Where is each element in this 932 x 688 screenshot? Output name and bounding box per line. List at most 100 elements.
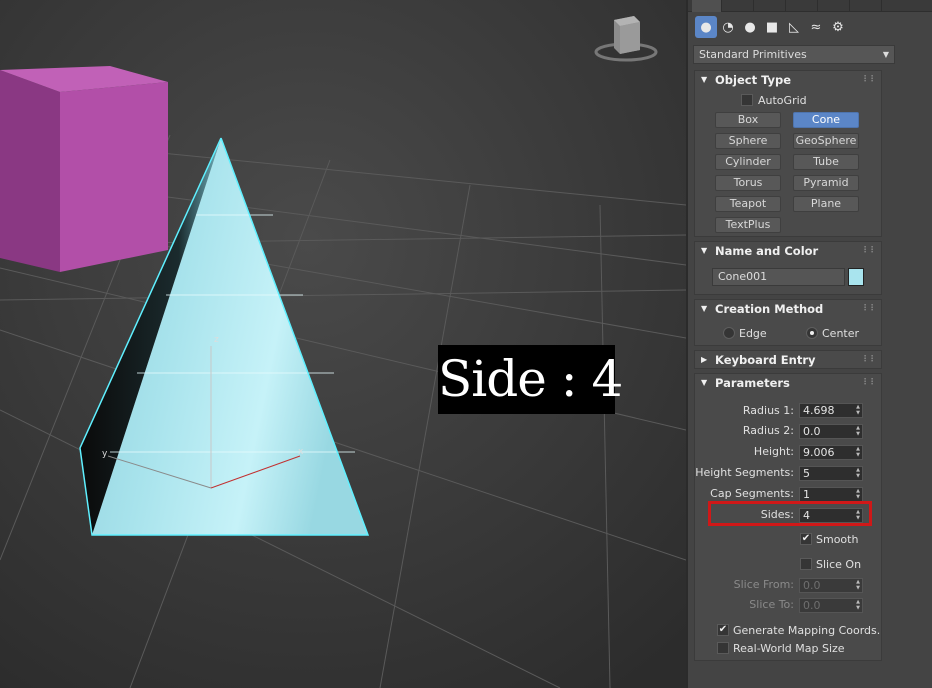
keyboard-entry-header[interactable]: ▶ Keyboard Entry ⋮⋮ (695, 351, 881, 369)
teapot-button[interactable]: Teapot (715, 196, 781, 212)
tab-display[interactable] (820, 0, 850, 12)
slice-from-label: Slice From: (733, 578, 794, 591)
keyboard-entry-rollout: ▶ Keyboard Entry ⋮⋮ (694, 350, 882, 369)
collapse-arrow-icon: ▼ (701, 246, 708, 255)
primitive-type-dropdown[interactable]: Standard Primitives ▼ (693, 45, 895, 64)
spinner-arrows-icon[interactable]: ▲ ▼ (856, 467, 860, 479)
object-type-title: Object Type (715, 73, 792, 87)
systems-icon[interactable]: ⚙ (827, 16, 849, 38)
command-panel: ● ◔ ● ■ ◺ ≈ ⚙ Standard Primitives ▼ ▼ Ob… (686, 0, 932, 688)
generate-mapping-checkbox[interactable]: ✔ (717, 624, 729, 636)
box-object[interactable] (0, 66, 168, 272)
collapse-arrow-icon: ▼ (701, 75, 708, 84)
tab-hierarchy[interactable] (756, 0, 786, 12)
radius2-spinner[interactable]: 0.0 ▲ ▼ (799, 424, 863, 439)
perspective-viewport[interactable]: z x y Side : 4 (0, 0, 686, 688)
spinner-arrows-icon[interactable]: ▲ ▼ (856, 599, 860, 611)
spinner-arrows-icon[interactable]: ▲ ▼ (856, 579, 860, 591)
lights-icon[interactable]: ● (739, 16, 761, 38)
creation-method-header[interactable]: ▼ Creation Method ⋮⋮ (695, 300, 881, 318)
autogrid-checkbox[interactable] (741, 94, 753, 106)
height-spinner[interactable]: 9.006 ▲ ▼ (799, 445, 863, 460)
object-color-swatch[interactable] (848, 268, 864, 286)
drag-handle-icon[interactable]: ⋮⋮ (861, 241, 876, 259)
spinner-arrows-icon[interactable]: ▲ ▼ (856, 488, 860, 500)
spinner-arrows-icon[interactable]: ▲ ▼ (856, 404, 860, 416)
object-name-field[interactable]: Cone001 (712, 268, 845, 286)
object-type-rollout: ▼ Object Type ⋮⋮ AutoGrid Box Cone Spher… (694, 70, 882, 237)
radius1-label: Radius 1: (742, 404, 794, 417)
collapse-arrow-icon: ▼ (701, 304, 708, 313)
shapes-icon[interactable]: ◔ (717, 16, 739, 38)
geometry-icon[interactable]: ● (695, 16, 717, 38)
slice-on-checkbox[interactable] (800, 558, 812, 570)
drag-handle-icon[interactable]: ⋮⋮ (861, 350, 876, 368)
center-label: Center (822, 327, 860, 340)
height-segments-spinner[interactable]: 5 ▲ ▼ (799, 466, 863, 481)
create-category-row: ● ◔ ● ■ ◺ ≈ ⚙ (693, 16, 929, 40)
tube-button[interactable]: Tube (793, 154, 859, 170)
slice-to-label: Slice To: (749, 598, 794, 611)
axis-x-label: x (298, 447, 304, 457)
cap-segments-value: 1 (803, 488, 810, 501)
slice-to-spinner[interactable]: 0.0 ▲ ▼ (799, 598, 863, 613)
torus-button[interactable]: Torus (715, 175, 781, 191)
textplus-button[interactable]: TextPlus (715, 217, 781, 233)
cap-segments-spinner[interactable]: 1 ▲ ▼ (799, 487, 863, 502)
helpers-icon[interactable]: ◺ (783, 16, 805, 38)
sphere-button[interactable]: Sphere (715, 133, 781, 149)
object-type-header[interactable]: ▼ Object Type ⋮⋮ (695, 71, 881, 89)
parameters-header[interactable]: ▼ Parameters ⋮⋮ (695, 374, 881, 392)
real-world-map-checkbox[interactable] (717, 642, 729, 654)
pyramid-button[interactable]: Pyramid (793, 175, 859, 191)
radius1-spinner[interactable]: 4.698 ▲ ▼ (799, 403, 863, 418)
autogrid-label: AutoGrid (758, 94, 807, 107)
height-segments-value: 5 (803, 467, 810, 480)
box-button[interactable]: Box (715, 112, 781, 128)
spinner-arrows-icon[interactable]: ▲ ▼ (856, 446, 860, 458)
slice-to-value: 0.0 (803, 599, 821, 612)
spinner-arrows-icon[interactable]: ▲ ▼ (856, 425, 860, 437)
name-color-title: Name and Color (715, 244, 819, 258)
creation-method-title: Creation Method (715, 302, 824, 316)
viewcube-icon[interactable] (594, 12, 658, 64)
edge-label: Edge (739, 327, 767, 340)
plane-button[interactable]: Plane (793, 196, 859, 212)
tab-motion[interactable] (788, 0, 818, 12)
keyboard-entry-title: Keyboard Entry (715, 353, 816, 367)
height-value: 9.006 (803, 446, 835, 459)
radius1-value: 4.698 (803, 404, 835, 417)
expand-arrow-icon: ▶ (701, 355, 708, 364)
slice-from-spinner[interactable]: 0.0 ▲ ▼ (799, 578, 863, 593)
center-radio[interactable] (806, 327, 818, 339)
smooth-checkbox[interactable]: ✔ (800, 533, 812, 545)
name-color-rollout: ▼ Name and Color ⋮⋮ Cone001 (694, 241, 882, 295)
smooth-label: Smooth (816, 533, 859, 546)
spacewarps-icon[interactable]: ≈ (805, 16, 827, 38)
drag-handle-icon[interactable]: ⋮⋮ (861, 299, 876, 317)
creation-method-rollout: ▼ Creation Method ⋮⋮ Edge Center (694, 299, 882, 346)
edge-radio[interactable] (723, 327, 735, 339)
tab-create[interactable] (692, 0, 722, 12)
cameras-icon[interactable]: ■ (761, 16, 783, 38)
primitive-type-value: Standard Primitives (699, 48, 807, 61)
radius2-label: Radius 2: (742, 424, 794, 437)
command-panel-tabs (688, 0, 932, 12)
tab-modify[interactable] (724, 0, 754, 12)
axis-y-label: y (102, 449, 108, 459)
drag-handle-icon[interactable]: ⋮⋮ (861, 373, 876, 391)
height-segments-label: Height Segments: (695, 466, 794, 479)
geosphere-button[interactable]: GeoSphere (793, 133, 859, 149)
radius2-value: 0.0 (803, 425, 821, 438)
real-world-map-label: Real-World Map Size (733, 642, 845, 655)
viewport-scene[interactable] (0, 0, 686, 688)
name-color-header[interactable]: ▼ Name and Color ⋮⋮ (695, 242, 881, 260)
collapse-arrow-icon: ▼ (701, 378, 708, 387)
slice-on-label: Slice On (816, 558, 862, 571)
sides-overlay-caption: Side : 4 (438, 345, 623, 414)
cone-button[interactable]: Cone (793, 112, 859, 128)
slice-from-value: 0.0 (803, 579, 821, 592)
tab-utilities[interactable] (852, 0, 882, 12)
cylinder-button[interactable]: Cylinder (715, 154, 781, 170)
drag-handle-icon[interactable]: ⋮⋮ (861, 70, 876, 88)
